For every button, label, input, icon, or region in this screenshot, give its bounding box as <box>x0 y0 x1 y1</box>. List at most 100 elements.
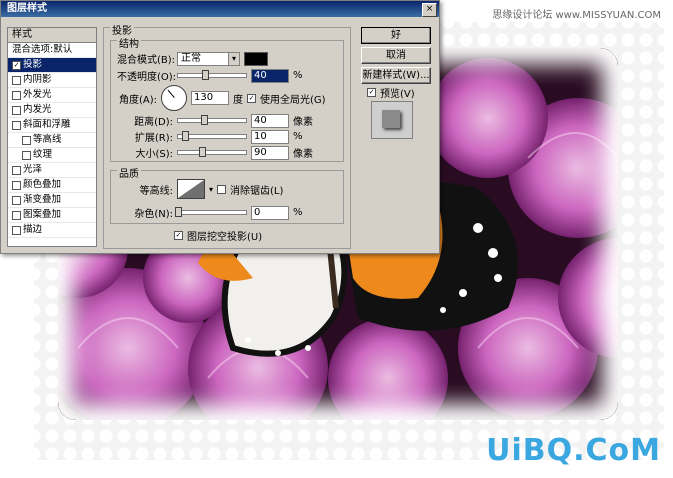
style-list-label: 渐变叠加 <box>23 194 62 205</box>
noise-input[interactable]: 0 <box>251 205 289 220</box>
preview-label[interactable]: 预览(V) <box>380 85 415 100</box>
dialog-title: 图层样式 <box>7 3 47 14</box>
noise-row: 杂色(N): 0 % <box>117 205 315 220</box>
size-unit: 像素 <box>293 149 313 160</box>
style-list-checkbox[interactable] <box>12 75 21 85</box>
opacity-slider[interactable] <box>177 70 247 80</box>
structure-group: 结构 混合模式(B): 正常 不透明度(O): 40 % 角度(A): 130 … <box>110 35 344 162</box>
style-list-checkbox[interactable]: ✓ <box>12 60 21 70</box>
opacity-label: 不透明度(O): <box>117 72 177 83</box>
shadow-color-swatch[interactable] <box>244 51 268 66</box>
angle-dial[interactable] <box>161 85 187 111</box>
antialias-label[interactable]: 消除锯齿(L) <box>230 182 283 197</box>
opacity-slider-thumb[interactable] <box>202 70 210 80</box>
style-list-item[interactable]: 渐变叠加 <box>8 193 96 208</box>
size-input[interactable]: 90 <box>251 145 289 160</box>
style-list-item[interactable]: 等高线 <box>8 133 96 148</box>
close-button[interactable]: × <box>422 3 437 17</box>
angle-input[interactable]: 130 <box>191 91 229 105</box>
style-list-checkbox[interactable] <box>12 90 21 100</box>
style-preview-thumbnail <box>371 101 413 139</box>
spread-label: 扩展(R): <box>134 133 173 144</box>
distance-slider[interactable] <box>177 115 247 125</box>
noise-slider[interactable] <box>175 207 247 217</box>
style-list-checkbox[interactable] <box>12 180 21 190</box>
ok-button[interactable]: 好 <box>361 27 431 44</box>
blend-mode-label: 混合模式(B): <box>117 55 176 66</box>
style-list: 样式 混合选项:默认 ✓ 投影 内阴影 外发光 内发光 斜面和浮雕 等高线 纹理 光泽 颜色叠加 渐变… <box>7 27 97 247</box>
style-list-item[interactable]: 外发光 <box>8 88 96 103</box>
style-list-label: 描边 <box>23 224 43 235</box>
style-list-label: 光泽 <box>23 164 43 175</box>
style-list-label: 图案叠加 <box>23 209 62 220</box>
angle-label: 角度(A): <box>118 94 157 106</box>
size-slider[interactable] <box>177 147 247 157</box>
quality-group: 品质 等高线: ▾ 消除锯齿(L) 杂色(N): 0 % <box>110 165 344 224</box>
blend-mode-select[interactable]: 正常 <box>177 51 240 66</box>
style-list-item[interactable]: 光泽 <box>8 163 96 178</box>
knockout-label[interactable]: 图层挖空投影(U) <box>187 228 262 243</box>
style-list-checkbox[interactable] <box>12 105 21 115</box>
spread-slider[interactable] <box>177 131 247 141</box>
distance-unit: 像素 <box>293 117 313 128</box>
style-list-checkbox[interactable] <box>22 135 31 145</box>
spread-unit: % <box>293 131 303 142</box>
style-list-label: 斜面和浮雕 <box>23 119 71 130</box>
angle-unit: 度 <box>233 94 243 106</box>
distance-row: 距离(D): 40 像素 <box>117 113 315 128</box>
style-list-checkbox[interactable] <box>22 150 31 160</box>
preview-row: ✓ 预览(V) <box>367 85 415 100</box>
spread-slider-thumb[interactable] <box>181 131 189 141</box>
size-slider-thumb[interactable] <box>199 147 207 157</box>
knockout-checkbox[interactable]: ✓ <box>174 231 183 240</box>
layer-style-dialog: 图层样式 × 样式 混合选项:默认 ✓ 投影 内阴影 外发光 内发光 斜面和浮雕 等高线 纹理光… <box>0 0 440 254</box>
dialog-titlebar[interactable]: 图层样式 <box>1 1 439 17</box>
style-list-item[interactable]: 斜面和浮雕 <box>8 118 96 133</box>
style-list-checkbox[interactable] <box>12 195 21 205</box>
global-light-checkbox[interactable]: ✓ <box>247 93 256 103</box>
style-list-label: 外发光 <box>23 89 52 100</box>
structure-title: 结构 <box>117 35 141 50</box>
style-list-checkbox[interactable] <box>12 225 21 235</box>
spread-input[interactable]: 10 <box>251 129 289 144</box>
brand-logo-text: UiBQ.CoM <box>486 433 661 468</box>
style-list-item[interactable]: 纹理 <box>8 148 96 163</box>
style-list-item[interactable]: 图案叠加 <box>8 208 96 223</box>
style-list-item[interactable]: ✓ 投影 <box>8 58 96 73</box>
size-row: 大小(S): 90 像素 <box>117 145 315 160</box>
style-preview-square <box>382 110 400 128</box>
contour-dropdown-icon[interactable]: ▾ <box>209 185 213 194</box>
drop-shadow-panel: 投影 结构 混合模式(B): 正常 不透明度(O): 40 % 角度(A): 1… <box>103 22 351 249</box>
style-list-label: 纹理 <box>33 149 53 160</box>
noise-label: 杂色(N): <box>134 209 173 220</box>
cancel-button[interactable]: 取消 <box>361 47 431 64</box>
distance-label: 距离(D): <box>134 117 173 128</box>
style-list-label: 颜色叠加 <box>23 179 62 190</box>
style-list-item[interactable]: 内发光 <box>8 103 96 118</box>
style-list-item[interactable]: 描边 <box>8 223 96 238</box>
distance-slider-thumb[interactable] <box>200 115 208 125</box>
style-list-checkbox[interactable] <box>12 120 21 130</box>
style-list-label: 内发光 <box>23 104 52 115</box>
global-light-label[interactable]: 使用全局光(G) <box>260 91 326 106</box>
style-list-checkbox[interactable] <box>12 210 21 220</box>
style-list-checkbox[interactable] <box>12 165 21 175</box>
noise-slider-thumb[interactable] <box>175 207 182 217</box>
contour-label: 等高线: <box>139 185 173 197</box>
size-label: 大小(S): <box>135 149 173 160</box>
style-list-item[interactable]: 混合选项:默认 <box>8 43 96 58</box>
distance-input[interactable]: 40 <box>251 113 289 128</box>
spread-row: 扩展(R): 10 % <box>117 129 315 144</box>
style-list-item[interactable]: 颜色叠加 <box>8 178 96 193</box>
angle-row: 角度(A): 130 度 ✓ 使用全局光(G) <box>117 85 326 111</box>
contour-row: 等高线: ▾ 消除锯齿(L) <box>117 179 283 199</box>
style-list-item[interactable]: 内阴影 <box>8 73 96 88</box>
antialias-checkbox[interactable] <box>217 184 227 194</box>
opacity-input[interactable]: 40 <box>251 68 289 83</box>
contour-preview[interactable] <box>177 179 205 199</box>
preview-checkbox[interactable]: ✓ <box>367 88 376 97</box>
new-style-button[interactable]: 新建样式(W)... <box>361 67 431 84</box>
opacity-unit: % <box>293 70 303 81</box>
style-list-label: 混合选项:默认 <box>12 44 73 55</box>
blend-mode-row: 混合模式(B): 正常 <box>117 51 268 66</box>
